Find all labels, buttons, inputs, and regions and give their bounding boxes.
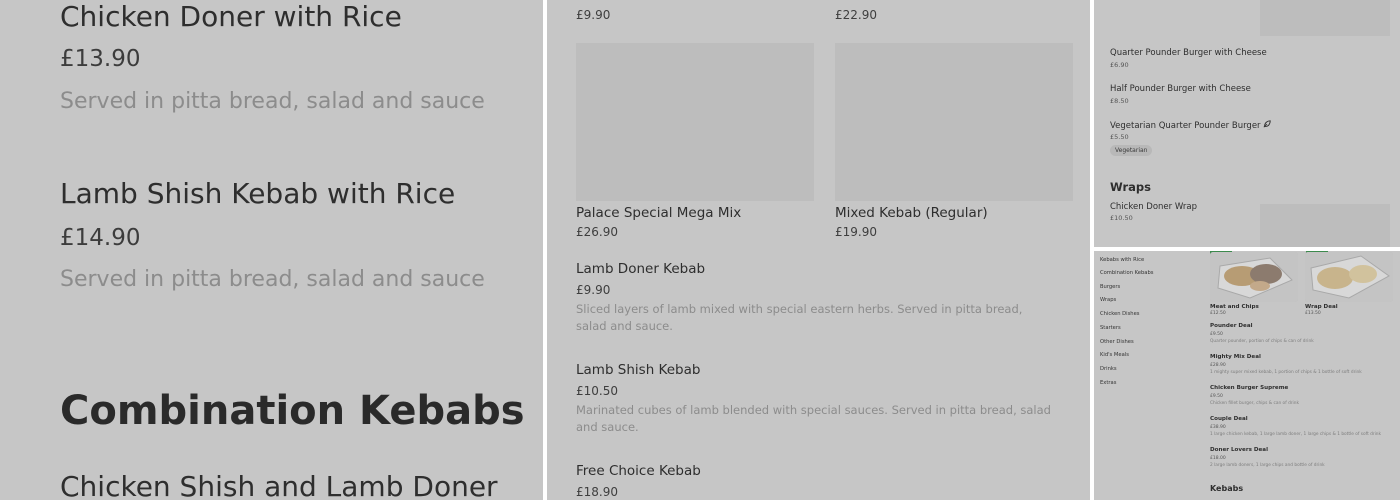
sidebar-item[interactable]: Chicken Dishes [1100, 311, 1139, 317]
menu-card-price: £13.50 [1305, 311, 1321, 316]
deal-price: £28.90 [1210, 363, 1226, 368]
menu-item-price: £9.90 [576, 8, 611, 22]
menu-item-price: £18.90 [576, 485, 618, 499]
deal-title[interactable]: Pounder Deal [1210, 323, 1253, 329]
menu-item-price: £9.90 [576, 283, 611, 297]
deal-price: £9.50 [1210, 394, 1223, 399]
deal-title[interactable]: Mighty Mix Deal [1210, 354, 1261, 360]
menu-item-price: £10.50 [576, 384, 618, 398]
menu-card-title[interactable]: Meat and Chips [1210, 304, 1259, 310]
deal-description: 1 large chicken kebab, 1 large lamb done… [1210, 432, 1382, 437]
menu-item-title[interactable]: Quarter Pounder Burger with Cheese [1110, 48, 1267, 58]
deal-title[interactable]: Couple Deal [1210, 416, 1248, 422]
menu-item-price: £6.90 [1110, 61, 1129, 69]
menu-card-price: £26.90 [576, 225, 618, 239]
deal-price: £38.90 [1210, 425, 1226, 430]
menu-card-price: £19.90 [835, 225, 877, 239]
menu-item-title[interactable]: Lamb Doner Kebab [576, 261, 705, 277]
menu-panel-kebabs: £9.90 £22.90 Palace Special Mega Mix £26… [547, 0, 1090, 500]
menu-item-title[interactable]: Free Choice Kebab [576, 463, 701, 479]
sidebar-item[interactable]: Other Dishes [1100, 339, 1134, 345]
deal-title[interactable]: Doner Lovers Deal [1210, 447, 1268, 453]
sidebar-item[interactable]: Kid's Meals [1100, 352, 1129, 358]
menu-item-title[interactable]: Vegetarian Quarter Pounder Burger [1110, 120, 1271, 131]
wrap-deal-image[interactable] [1305, 252, 1393, 302]
section-heading: Wraps [1110, 180, 1151, 194]
menu-item-title[interactable]: Chicken Shish and Lamb Doner [60, 470, 498, 500]
menu-item-price: £14.90 [60, 225, 141, 251]
deal-description: Chicken fillet burger, chips & can of dr… [1210, 401, 1299, 406]
menu-item-image[interactable] [835, 43, 1073, 201]
menu-card-title[interactable]: Palace Special Mega Mix [576, 205, 741, 221]
menu-item-image[interactable] [576, 43, 814, 201]
leaf-icon [1263, 120, 1271, 131]
menu-panel-zoomed: Chicken Doner with Rice £13.90 Served in… [0, 0, 543, 500]
menu-card-price: £12.50 [1210, 311, 1226, 316]
sidebar-item[interactable]: Burgers [1100, 284, 1120, 290]
menu-item-description: Served in pitta bread, salad and sauce [60, 267, 485, 292]
section-heading: Combination Kebabs [60, 388, 525, 434]
menu-item-title[interactable]: Lamb Shish Kebab with Rice [60, 177, 455, 210]
menu-item-price: £8.50 [1110, 97, 1129, 105]
sidebar-item[interactable]: Kebabs with Rice [1100, 257, 1144, 263]
menu-item-price: £10.50 [1110, 214, 1133, 222]
deal-description: 1 mighty super mixed kebab, 1 portion of… [1210, 370, 1362, 375]
menu-card-title[interactable]: Wrap Deal [1305, 304, 1338, 310]
sidebar-item[interactable]: Wraps [1100, 297, 1116, 303]
menu-item-price: £5.50 [1110, 133, 1129, 141]
menu-panel-burgers: Quarter Pounder Burger with Cheese £6.90… [1094, 0, 1400, 247]
menu-item-description: Marinated cubes of lamb blended with spe… [576, 403, 1051, 434]
menu-item-price: £22.90 [835, 8, 877, 22]
menu-item-title[interactable]: Chicken Doner Wrap [1110, 202, 1197, 212]
sidebar-item[interactable]: Starters [1100, 325, 1121, 331]
sidebar-item[interactable]: Combination Kebabs [1100, 270, 1153, 276]
menu-item-image[interactable] [1260, 0, 1390, 36]
dietary-tag: Vegetarian [1110, 145, 1153, 156]
menu-item-title[interactable]: Half Pounder Burger with Cheese [1110, 84, 1251, 94]
deal-description: 2 large lamb doners, 1 large chips and b… [1210, 463, 1325, 468]
menu-item-title[interactable]: Lamb Shish Kebab [576, 362, 700, 378]
deal-price: £9.50 [1210, 332, 1223, 337]
menu-item-image[interactable] [1260, 204, 1390, 247]
menu-panel-overview: Kebabs with Rice Combination Kebabs Burg… [1094, 251, 1400, 500]
deal-price: £18.00 [1210, 456, 1226, 461]
sidebar-item[interactable]: Drinks [1100, 366, 1117, 372]
sidebar-item[interactable]: Extras [1100, 380, 1116, 386]
deal-description: Quarter pounder, portion of chips & can … [1210, 339, 1314, 344]
menu-item-price: £13.90 [60, 46, 141, 72]
deal-title[interactable]: Chicken Burger Supreme [1210, 385, 1288, 391]
menu-item-description: Sliced layers of lamb mixed with special… [576, 302, 1023, 333]
section-heading: Kebabs [1210, 484, 1244, 493]
menu-card-title[interactable]: Mixed Kebab (Regular) [835, 205, 988, 221]
menu-item-description: Served in pitta bread, salad and sauce [60, 89, 485, 114]
meat-and-chips-image[interactable] [1210, 252, 1298, 302]
menu-item-title[interactable]: Chicken Doner with Rice [60, 0, 402, 33]
